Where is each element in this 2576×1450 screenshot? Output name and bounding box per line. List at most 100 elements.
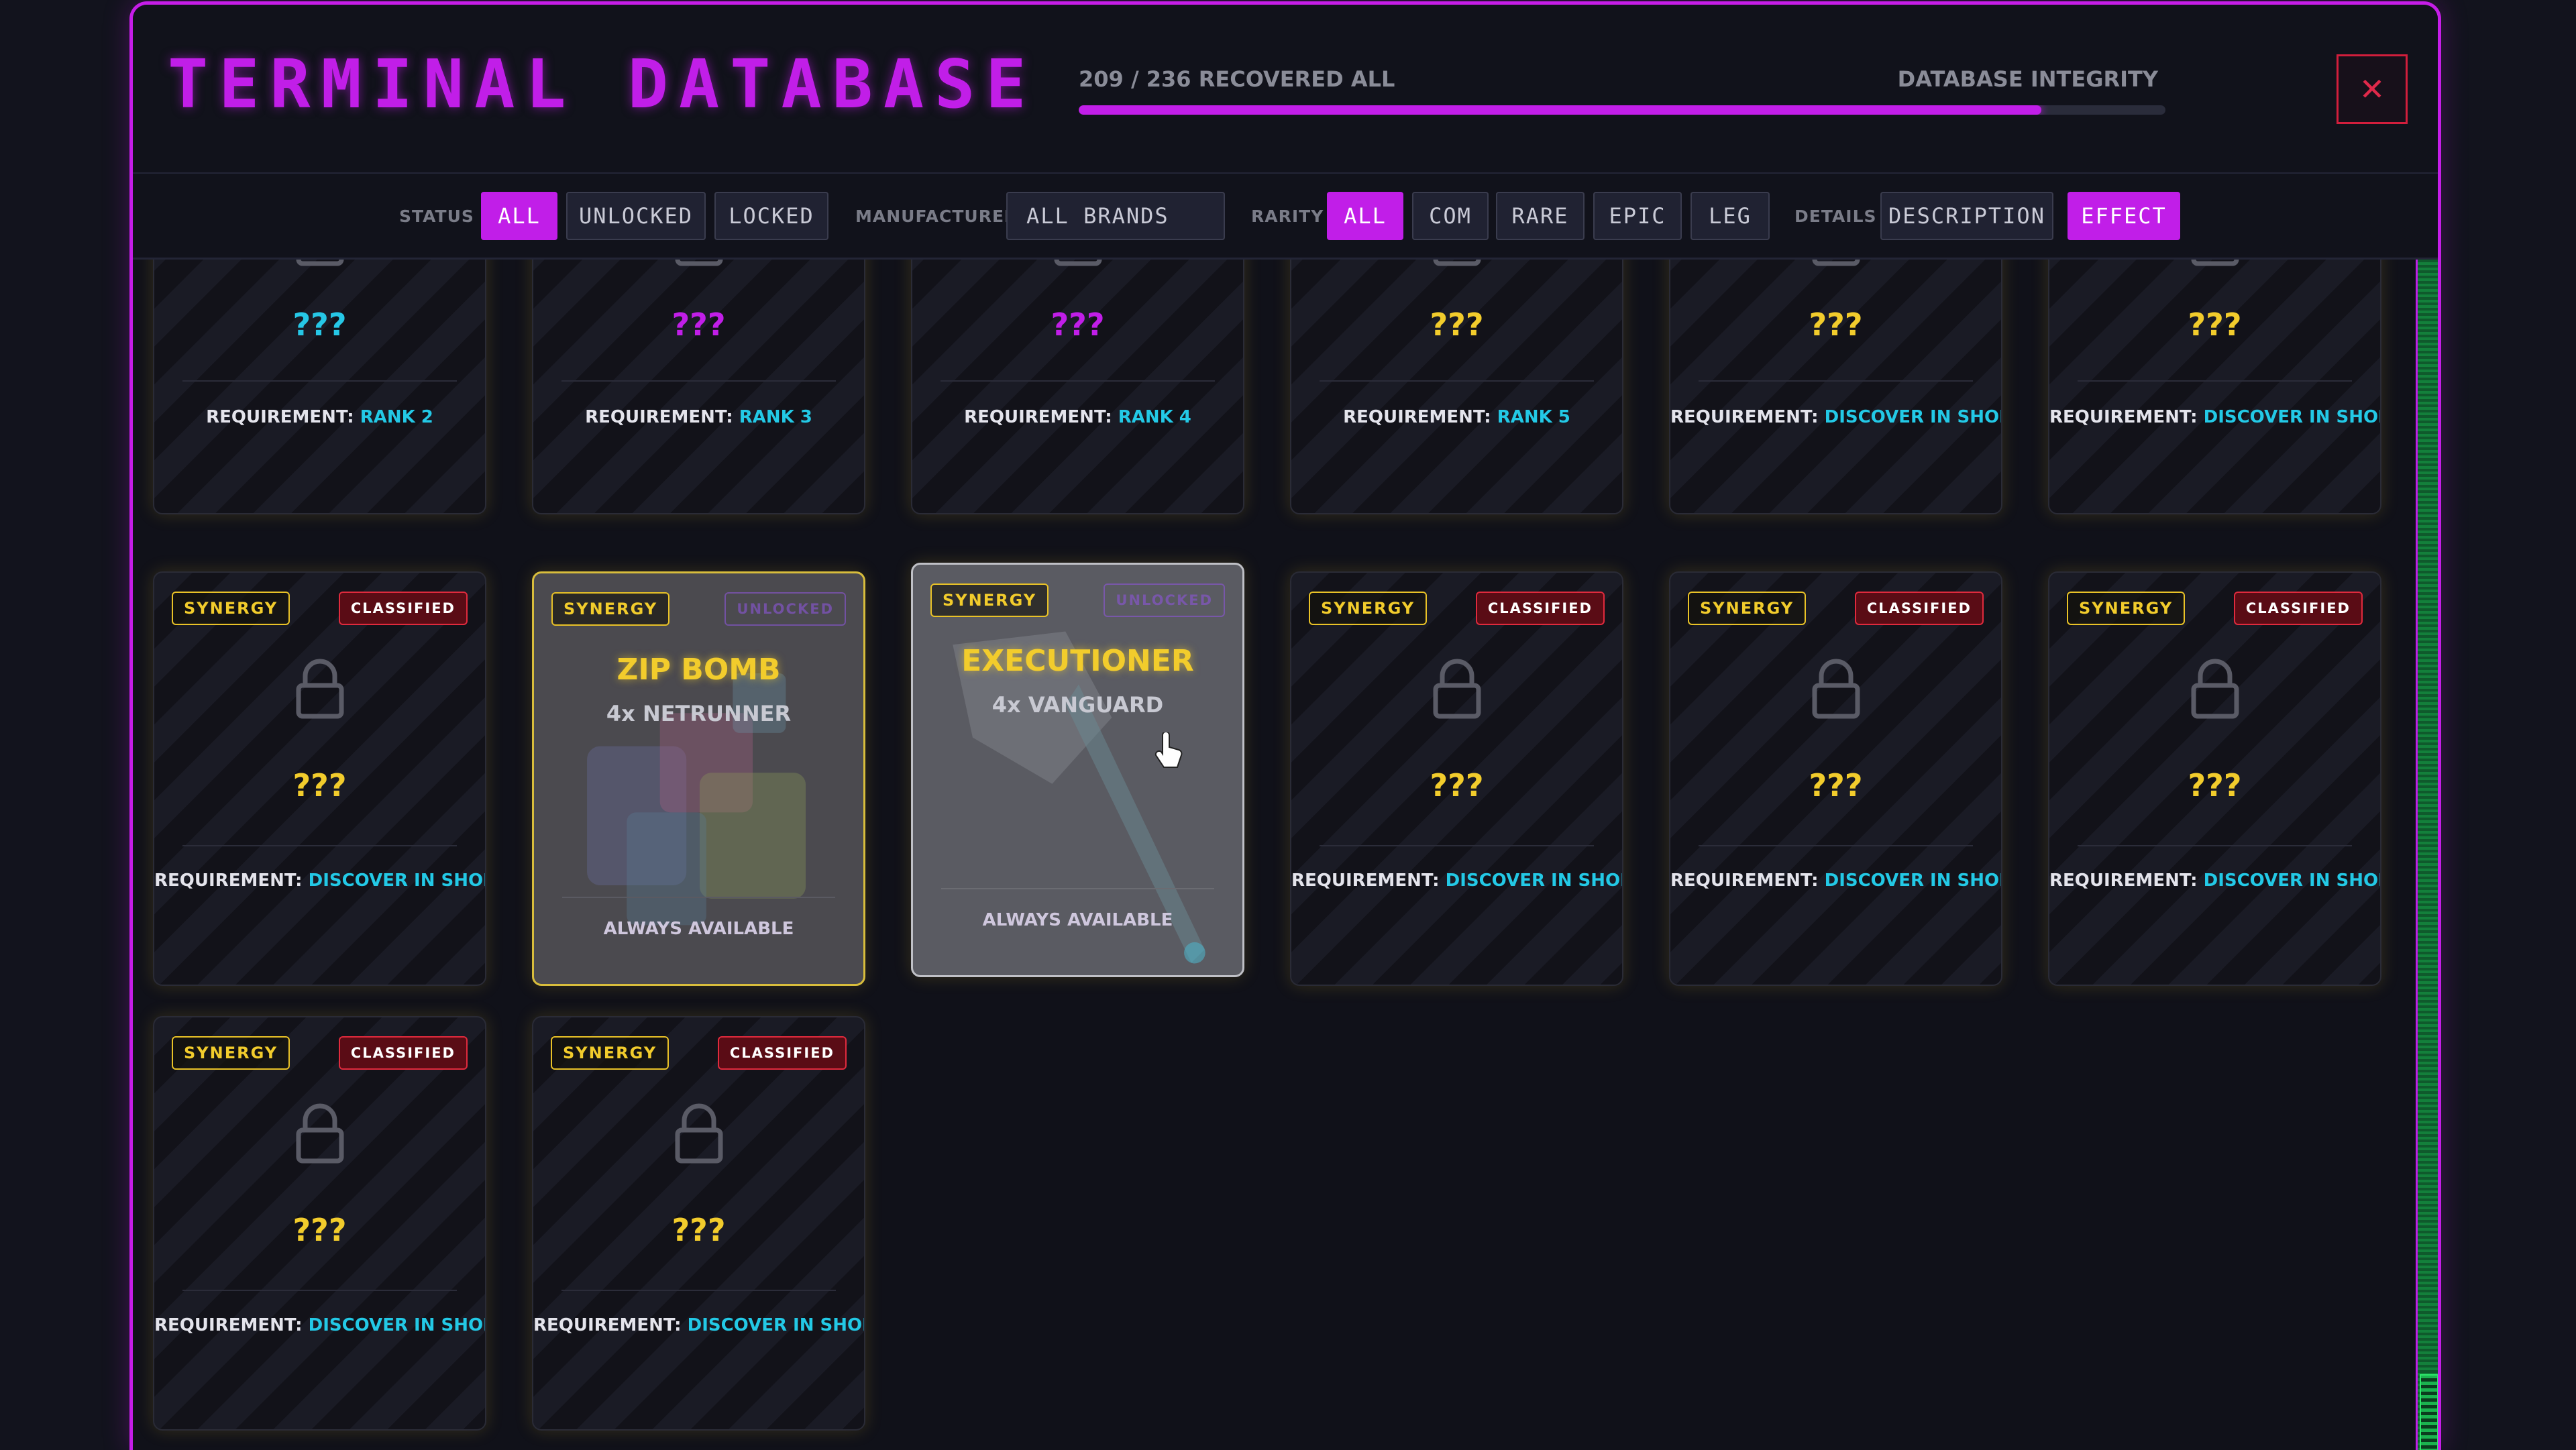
card-unknown-name: ???: [672, 1212, 726, 1248]
card[interactable]: ??? REQUIREMENT: RANK 3: [532, 260, 865, 514]
card[interactable]: SYNERGY CLASSIFIED ??? REQUIREMENT: DISC…: [1290, 571, 1623, 986]
card[interactable]: SYNERGY CLASSIFIED ??? REQUIREMENT: DISC…: [532, 1016, 865, 1431]
synergy-badge: SYNERGY: [930, 583, 1049, 617]
card[interactable]: ??? REQUIREMENT: DISCOVER IN SHOP: [2048, 260, 2381, 514]
card-unknown-name: ???: [2188, 306, 2242, 343]
rarity-filter-label: RARITY: [1251, 207, 1324, 226]
card-requirement: REQUIREMENT: DISCOVER IN SHOP: [154, 1315, 486, 1335]
card[interactable]: SYNERGY CLASSIFIED ??? REQUIREMENT: DISC…: [1669, 571, 2002, 986]
card-unknown-name: ???: [1430, 767, 1484, 803]
status-filter-locked[interactable]: LOCKED: [714, 192, 828, 240]
details-filter-description[interactable]: DESCRIPTION: [1880, 192, 2053, 240]
synergy-badge: SYNERGY: [551, 592, 670, 626]
manufacturer-select[interactable]: ALL BRANDS: [1006, 192, 1225, 240]
lock-icon: [296, 1103, 343, 1164]
card[interactable]: SYNERGY CLASSIFIED ??? REQUIREMENT: DISC…: [153, 571, 486, 986]
card-requirement: REQUIREMENT: DISCOVER IN SHOP: [1670, 407, 2002, 427]
status-filter-unlocked[interactable]: UNLOCKED: [566, 192, 706, 240]
availability-label: ALWAYS AVAILABLE: [603, 919, 794, 939]
details-filter-effect[interactable]: EFFECT: [2068, 192, 2180, 240]
lock-icon: [296, 659, 343, 719]
lock-icon: [1433, 260, 1481, 266]
card-unknown-name: ???: [1809, 306, 1863, 343]
unlocked-badge: UNLOCKED: [1104, 583, 1225, 617]
card-requirement: REQUIREMENT: DISCOVER IN SHOP: [2049, 407, 2381, 427]
card-divider: [182, 1290, 457, 1291]
synergy-badge: SYNERGY: [172, 592, 290, 625]
lock-icon: [675, 260, 722, 266]
card[interactable]: SYNERGY CLASSIFIED ??? REQUIREMENT: DISC…: [2048, 571, 2381, 986]
card[interactable]: ??? REQUIREMENT: RANK 4: [911, 260, 1244, 514]
card-divider: [2078, 845, 2352, 846]
card-requirement: REQUIREMENT: DISCOVER IN SHOP: [533, 1315, 865, 1335]
status-filter-label: STATUS: [399, 207, 474, 226]
card-zip-bomb[interactable]: SYNERGY UNLOCKED ZIP BOMB 4x NETRUNNER A…: [532, 571, 865, 986]
scrollbar-thumb[interactable]: [2420, 1374, 2438, 1450]
rarity-filter-legendary[interactable]: LEG: [1690, 192, 1770, 240]
card-executioner[interactable]: SYNERGY UNLOCKED EXECUTIONER 4x VANGUARD…: [911, 563, 1244, 977]
card-unknown-name: ???: [1051, 306, 1105, 343]
classified-badge: CLASSIFIED: [1854, 592, 1984, 625]
classified-badge: CLASSIFIED: [2233, 592, 2363, 625]
card-unknown-name: ???: [1430, 306, 1484, 343]
card-divider: [941, 888, 1214, 889]
unlocked-badge: UNLOCKED: [724, 592, 846, 626]
card-unknown-name: ???: [1809, 767, 1863, 803]
card-unknown-name: ???: [292, 306, 347, 343]
lock-icon: [1812, 659, 1860, 719]
close-icon: ✕: [2359, 71, 2385, 107]
lock-icon: [2191, 659, 2239, 719]
classified-badge: CLASSIFIED: [717, 1036, 847, 1070]
lock-icon: [1433, 659, 1481, 719]
lock-icon: [1054, 260, 1102, 266]
card-name: ZIP BOMB: [616, 653, 781, 687]
classified-badge: CLASSIFIED: [338, 1036, 468, 1070]
hand-cursor-icon: [1155, 732, 1183, 768]
card-requirement: REQUIREMENT: RANK 2: [206, 407, 433, 427]
status-filter-all[interactable]: ALL: [481, 192, 557, 240]
card-subtitle: 4x VANGUARD: [991, 692, 1164, 718]
card-divider: [1699, 380, 1973, 382]
lock-icon: [2191, 260, 2239, 266]
card-divider: [1320, 845, 1594, 846]
card-requirement: REQUIREMENT: DISCOVER IN SHOP: [1670, 871, 2002, 891]
card-unknown-name: ???: [672, 306, 726, 343]
card-divider: [561, 380, 836, 382]
card[interactable]: ??? REQUIREMENT: RANK 2: [153, 260, 486, 514]
card[interactable]: SYNERGY CLASSIFIED ??? REQUIREMENT: DISC…: [153, 1016, 486, 1431]
rarity-filter-all[interactable]: ALL: [1327, 192, 1403, 240]
lock-icon: [675, 1103, 722, 1164]
card-subtitle: 4x NETRUNNER: [606, 701, 792, 726]
classified-badge: CLASSIFIED: [338, 592, 468, 625]
close-button[interactable]: ✕: [2337, 54, 2408, 124]
synergy-badge: SYNERGY: [172, 1036, 290, 1070]
card[interactable]: ??? REQUIREMENT: RANK 5: [1290, 260, 1623, 514]
rarity-filter-epic[interactable]: EPIC: [1593, 192, 1682, 240]
page-title: TERMINAL DATABASE: [168, 45, 1037, 123]
card-requirement: REQUIREMENT: RANK 3: [585, 407, 812, 427]
card-requirement: REQUIREMENT: RANK 4: [964, 407, 1191, 427]
header: TERMINAL DATABASE 209 / 236 RECOVERED AL…: [133, 5, 2438, 174]
card-divider: [1320, 380, 1594, 382]
card-unknown-name: ???: [292, 767, 347, 803]
availability-label: ALWAYS AVAILABLE: [982, 910, 1173, 930]
card-divider: [1699, 845, 1973, 846]
card-requirement: REQUIREMENT: DISCOVER IN SHOP: [154, 871, 486, 891]
lock-icon: [296, 260, 343, 266]
card-unknown-name: ???: [2188, 767, 2242, 803]
card[interactable]: ??? REQUIREMENT: DISCOVER IN SHOP: [1669, 260, 2002, 514]
manufacturer-filter-label: MANUFACTURER: [855, 207, 1018, 226]
card-divider: [182, 380, 457, 382]
rarity-filter-common[interactable]: COM: [1412, 192, 1489, 240]
card-name: EXECUTIONER: [961, 644, 1194, 678]
rarity-filter-rare[interactable]: RARE: [1496, 192, 1585, 240]
scrollbar[interactable]: [2416, 260, 2438, 1450]
card-divider: [562, 897, 835, 898]
synergy-badge: SYNERGY: [1688, 592, 1807, 625]
synergy-badge: SYNERGY: [551, 1036, 669, 1070]
card-divider: [941, 380, 1215, 382]
card-divider: [182, 845, 457, 846]
card-requirement: REQUIREMENT: RANK 5: [1343, 407, 1570, 427]
card-unknown-name: ???: [292, 1212, 347, 1248]
synergy-badge: SYNERGY: [2067, 592, 2186, 625]
